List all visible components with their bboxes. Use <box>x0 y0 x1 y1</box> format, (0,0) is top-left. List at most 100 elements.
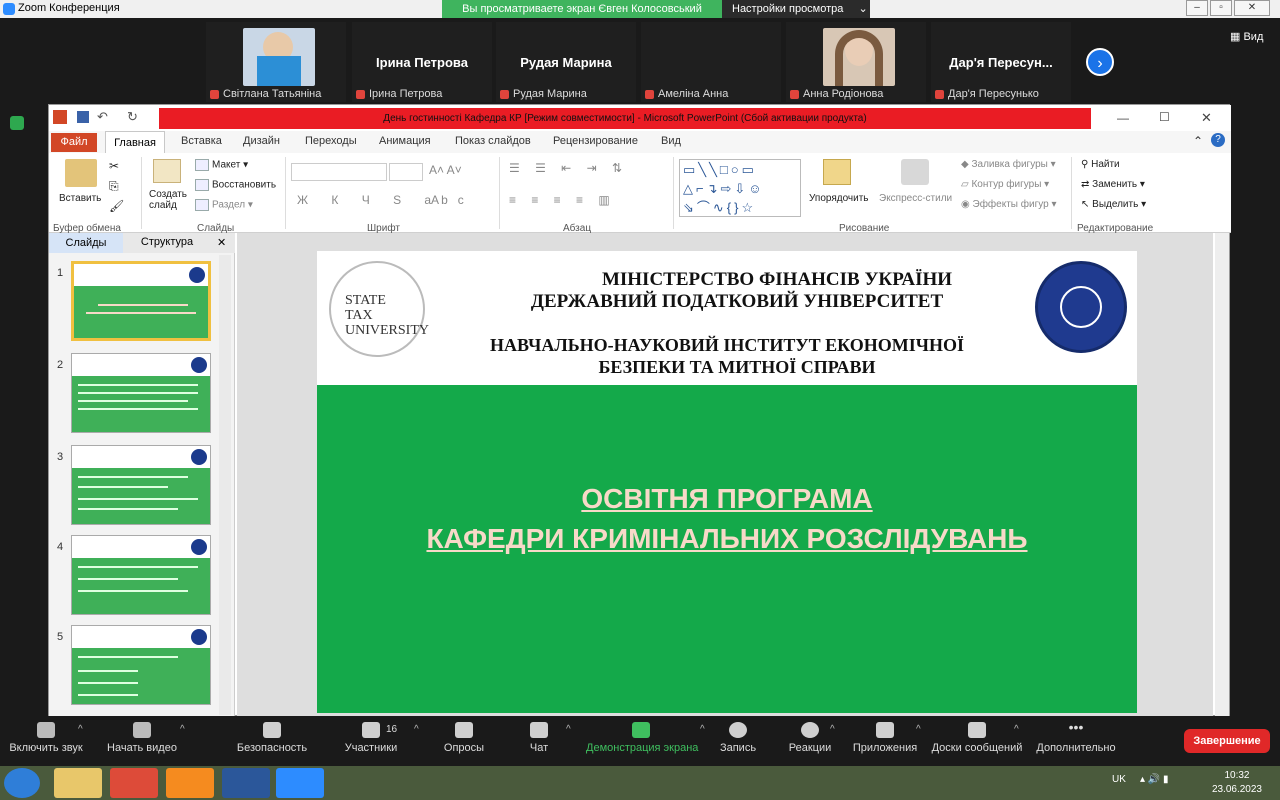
language-indicator[interactable]: UK <box>1112 774 1126 785</box>
participant-tile[interactable]: Ірина Петрова Ірина Петрова <box>352 22 492 102</box>
copy-icon[interactable]: ⎘ <box>109 179 119 194</box>
paste-icon[interactable] <box>65 159 97 187</box>
arrange-icon[interactable] <box>823 159 851 185</box>
font-name-select[interactable] <box>291 163 387 181</box>
chevron-up-icon[interactable]: ^ <box>1014 724 1019 735</box>
replace-label: Заменить <box>1092 179 1138 190</box>
chevron-up-icon[interactable]: ^ <box>916 724 921 735</box>
word-taskbar-icon[interactable] <box>222 768 270 798</box>
layout-button[interactable]: Макет ▾ <box>195 159 248 171</box>
polls-button[interactable]: Опросы <box>440 722 488 754</box>
start-video-button[interactable]: Начать видео <box>106 722 178 754</box>
participant-tile[interactable]: Амеліна Анна <box>641 22 781 102</box>
arrange-button[interactable]: Упорядочить <box>809 193 869 204</box>
collapse-ribbon-icon[interactable]: ⌃ <box>1193 134 1203 148</box>
shape-outline-button[interactable]: ▱ Контур фигуры ▾ <box>961 179 1049 190</box>
editor-scrollbar[interactable] <box>1215 233 1229 717</box>
tab-slides[interactable]: Слайды <box>49 233 123 253</box>
select-button[interactable]: ↖ Выделить ▾ <box>1081 199 1146 210</box>
ppt-minimize-button[interactable]: — <box>1117 111 1129 125</box>
list-icons[interactable]: ☰ ☰ ⇤ ⇥ ⇅ <box>509 161 628 175</box>
end-meeting-button[interactable]: Завершение <box>1184 729 1270 753</box>
format-painter-icon[interactable]: 🖌 <box>109 199 124 213</box>
text-color-icon[interactable]: A <box>431 193 439 207</box>
shape-fill-button[interactable]: ◆ Заливка фигуры ▾ <box>961 159 1056 170</box>
tab-home[interactable]: Главная <box>105 131 165 154</box>
quick-styles-button[interactable]: Экспресс-стили <box>879 193 952 204</box>
participant-tile[interactable]: Світлана Татьяніна <box>206 22 346 102</box>
font-size-select[interactable] <box>389 163 423 181</box>
tab-design[interactable]: Дизайн <box>243 135 280 147</box>
align-icons[interactable]: ≡ ≡ ≡ ≡ ▥ <box>509 193 616 207</box>
unmute-button[interactable]: Включить звук <box>8 722 84 754</box>
close-pane-icon[interactable]: ✕ <box>217 236 226 249</box>
redo-icon[interactable]: ↻ <box>127 109 138 125</box>
firefox-taskbar-icon[interactable] <box>166 768 214 798</box>
replace-button[interactable]: ⇄ Заменить ▾ <box>1081 179 1145 190</box>
view-options-button[interactable]: Настройки просмотра ⌄ <box>722 0 870 18</box>
tab-review[interactable]: Рецензирование <box>553 135 638 147</box>
chrome-taskbar-icon[interactable] <box>110 768 158 798</box>
pane-scrollbar[interactable] <box>219 255 231 715</box>
shape-effects-button[interactable]: ◉ Эффекты фигур ▾ <box>961 199 1056 210</box>
close-button[interactable]: ✕ <box>1234 0 1270 16</box>
chevron-up-icon[interactable]: ^ <box>180 724 185 735</box>
participant-tile[interactable]: Рудая Марина Рудая Марина <box>496 22 636 102</box>
reactions-button[interactable]: Реакции <box>788 722 832 754</box>
layout-icon <box>195 159 209 171</box>
slide-thumbnail[interactable] <box>71 625 211 705</box>
shapes-gallery[interactable]: ▭╲╲□○▭ △⌐↴⇨⇩☺ ⇘⌒∿{}☆ <box>679 159 801 217</box>
ppt-maximize-button[interactable]: ☐ <box>1159 110 1170 124</box>
paste-button[interactable]: Вставить <box>59 193 101 204</box>
new-slide-icon[interactable] <box>153 159 181 183</box>
chevron-up-icon[interactable]: ^ <box>414 724 419 735</box>
undo-icon[interactable]: ↶ <box>97 109 108 125</box>
font-format-icons[interactable]: Ж К Ч S abc <box>297 193 474 207</box>
clock[interactable]: 10:32 23.06.2023 <box>1212 769 1262 797</box>
record-button[interactable]: Запись <box>718 722 758 754</box>
apps-button[interactable]: Приложения <box>852 722 918 754</box>
tab-insert[interactable]: Вставка <box>181 135 222 147</box>
tab-transitions[interactable]: Переходы <box>305 135 357 147</box>
help-icon[interactable]: ? <box>1211 133 1225 147</box>
chevron-up-icon[interactable]: ^ <box>78 724 83 735</box>
section-button[interactable]: Раздел ▾ <box>195 199 253 211</box>
chevron-up-icon[interactable]: ^ <box>566 724 571 735</box>
next-participants-button[interactable]: › <box>1086 48 1114 76</box>
view-button[interactable]: ▦ Вид <box>1230 30 1263 43</box>
participant-tile[interactable]: Анна Родіонова <box>786 22 926 102</box>
chat-icon <box>530 722 548 738</box>
whiteboards-button[interactable]: Доски сообщений <box>930 722 1024 754</box>
tab-outline[interactable]: Структура <box>129 236 205 248</box>
tray-icons[interactable]: ▴ 🔊 ▮ <box>1140 774 1169 785</box>
slide-thumbnail[interactable] <box>71 353 211 433</box>
chat-button[interactable]: Чат <box>524 722 554 754</box>
tab-animation[interactable]: Анимация <box>379 135 431 147</box>
grow-font-icon[interactable]: A˄ A˅ <box>429 163 462 177</box>
slide-thumbnail[interactable] <box>71 535 211 615</box>
reset-button[interactable]: Восстановить <box>195 179 276 191</box>
chevron-up-icon[interactable]: ^ <box>830 724 835 735</box>
new-slide-button[interactable]: Создать слайд <box>149 189 189 211</box>
start-button-icon[interactable] <box>4 768 40 798</box>
tab-view[interactable]: Вид <box>661 135 681 147</box>
maximize-button[interactable]: ▫ <box>1210 0 1232 16</box>
chevron-up-icon[interactable]: ^ <box>700 724 705 735</box>
find-button[interactable]: ⚲ Найти <box>1081 159 1120 170</box>
quick-styles-icon[interactable] <box>901 159 929 185</box>
tab-file[interactable]: Файл <box>51 133 97 152</box>
current-slide[interactable]: STATE TAX UNIVERSITY МІНІСТЕРСТВО ФІНАНС… <box>317 251 1137 713</box>
tab-slideshow[interactable]: Показ слайдов <box>455 135 531 147</box>
ppt-close-button[interactable]: ✕ <box>1201 110 1212 126</box>
minimize-button[interactable]: – <box>1186 0 1208 16</box>
share-screen-button[interactable]: Демонстрация экрана <box>586 722 698 754</box>
zoom-taskbar-icon[interactable] <box>276 768 324 798</box>
save-icon[interactable] <box>77 111 89 123</box>
more-button[interactable]: ••• Дополнительно <box>1036 720 1116 754</box>
participant-tile[interactable]: Дар'я Пересун... Дар'я Пересунько <box>931 22 1071 102</box>
slide-thumbnail[interactable] <box>71 445 211 525</box>
explorer-taskbar-icon[interactable] <box>54 768 102 798</box>
security-button[interactable]: Безопасность <box>236 722 308 754</box>
cut-icon[interactable]: ✂ <box>109 159 119 173</box>
slide-thumbnail[interactable] <box>71 261 211 341</box>
